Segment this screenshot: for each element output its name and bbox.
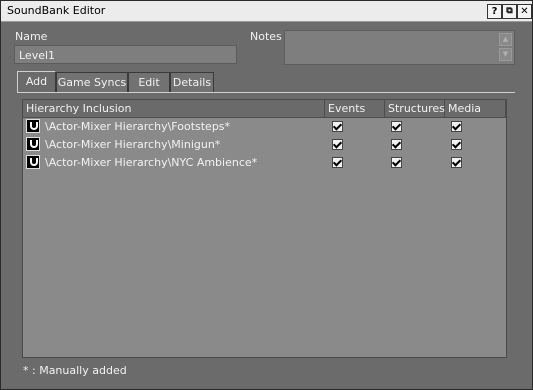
notes-label: Notes bbox=[250, 30, 282, 43]
header-structures[interactable]: Structures bbox=[385, 100, 445, 117]
manually-added-legend: * : Manually added bbox=[23, 364, 127, 377]
row-path: \Actor-Mixer Hierarchy\Minigun* bbox=[45, 138, 221, 151]
float-window-button[interactable]: ⧉ bbox=[502, 4, 517, 19]
tab-add[interactable]: Add bbox=[17, 71, 56, 93]
notes-field[interactable]: ▲ ▼ bbox=[284, 30, 515, 65]
scroll-down-arrow-icon: ▼ bbox=[502, 50, 509, 58]
close-button[interactable]: ✕ bbox=[517, 4, 532, 19]
hierarchy-inclusion-table: Hierarchy Inclusion Events Structures Me… bbox=[22, 99, 507, 358]
notes-scroll-down-button[interactable]: ▼ bbox=[499, 48, 512, 61]
structures-checkbox[interactable] bbox=[391, 157, 402, 168]
work-unit-icon bbox=[26, 155, 40, 169]
table-row[interactable]: \Actor-Mixer Hierarchy\Footsteps* bbox=[23, 118, 506, 136]
name-label: Name bbox=[15, 30, 48, 43]
events-checkbox[interactable] bbox=[332, 139, 343, 150]
help-button[interactable]: ? bbox=[487, 4, 502, 19]
row-path: \Actor-Mixer Hierarchy\Footsteps* bbox=[45, 120, 231, 133]
header-hierarchy-inclusion[interactable]: Hierarchy Inclusion bbox=[23, 100, 325, 117]
table-row[interactable]: \Actor-Mixer Hierarchy\NYC Ambience* bbox=[23, 154, 506, 172]
tab-divider bbox=[17, 92, 515, 93]
media-checkbox[interactable] bbox=[451, 121, 462, 132]
table-header: Hierarchy Inclusion Events Structures Me… bbox=[23, 100, 506, 118]
header-events[interactable]: Events bbox=[325, 100, 385, 117]
title-bar[interactable]: SoundBank Editor ? ⧉ ✕ bbox=[1, 1, 532, 22]
header-media[interactable]: Media bbox=[445, 100, 506, 117]
tab-details[interactable]: Details bbox=[170, 72, 214, 92]
scroll-up-arrow-icon: ▲ bbox=[502, 35, 509, 43]
structures-checkbox[interactable] bbox=[391, 121, 402, 132]
work-unit-icon bbox=[26, 119, 40, 133]
tab-edit[interactable]: Edit bbox=[128, 72, 170, 92]
soundbank-editor-window: SoundBank Editor ? ⧉ ✕ Name Level1 Notes… bbox=[0, 0, 533, 390]
media-checkbox[interactable] bbox=[451, 157, 462, 168]
name-field[interactable]: Level1 bbox=[14, 45, 237, 64]
structures-checkbox[interactable] bbox=[391, 139, 402, 150]
tab-game-syncs[interactable]: Game Syncs bbox=[56, 72, 128, 92]
events-checkbox[interactable] bbox=[332, 121, 343, 132]
work-unit-icon bbox=[26, 137, 40, 151]
notes-scroll-up-button[interactable]: ▲ bbox=[499, 33, 512, 46]
media-checkbox[interactable] bbox=[451, 139, 462, 150]
events-checkbox[interactable] bbox=[332, 157, 343, 168]
table-row[interactable]: \Actor-Mixer Hierarchy\Minigun* bbox=[23, 136, 506, 154]
window-title: SoundBank Editor bbox=[7, 4, 106, 17]
row-path: \Actor-Mixer Hierarchy\NYC Ambience* bbox=[45, 156, 258, 169]
